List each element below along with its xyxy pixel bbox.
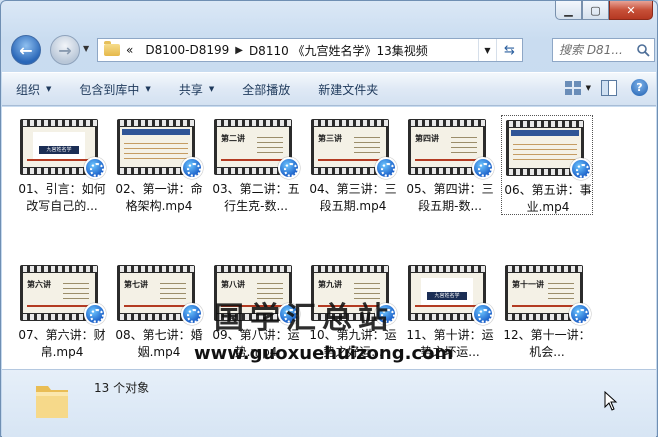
new-folder-button[interactable]: 新建文件夹 [318, 81, 378, 98]
organize-label: 组织 [16, 82, 41, 97]
details-pane: 13 个对象 [2, 369, 656, 437]
watermark-title: 国学汇总站 [214, 301, 394, 336]
include-in-library-menu[interactable]: 包含到库中 ▼ [79, 81, 150, 98]
breadcrumb-item[interactable]: D8100-D8199 [139, 43, 235, 57]
file-name: 01、引言：如何改写自己的... [18, 182, 106, 213]
file-name: 08、第七讲：婚姻.mp4 [115, 328, 203, 359]
arrow-left-icon: ← [19, 40, 33, 60]
media-player-icon [278, 157, 300, 179]
search-box[interactable] [552, 38, 655, 62]
refresh-icon[interactable]: ⇆ [496, 39, 522, 61]
address-dropdown[interactable]: ▼ [478, 39, 496, 61]
command-bar: 组织 ▼ 包含到库中 ▼ 共享 ▼ 全部播放 新建文件夹 ▼ ? [2, 72, 656, 106]
file-name: 12、第十一讲：机会... [503, 328, 591, 359]
share-label: 共享 [178, 82, 203, 97]
play-all-button[interactable]: 全部播放 [242, 81, 290, 98]
file-item[interactable]: 02、第一讲：命格架构.mp4 [113, 115, 205, 215]
file-item[interactable]: 九宫姓名学 01、引言：如何改写自己的... [16, 115, 108, 215]
file-item[interactable]: 第七讲 08、第七讲：婚姻.mp4 [113, 261, 205, 361]
watermark-url: www.guoxuehuizong.com [194, 343, 454, 364]
chevron-down-icon: ▼ [46, 85, 52, 93]
back-button[interactable]: ← [11, 35, 41, 65]
folder-icon [104, 41, 120, 56]
thumbnail-title: 九宫姓名学 [427, 292, 467, 300]
file-item[interactable]: 第二讲 03、第二讲：五行生克-数... [210, 115, 302, 215]
media-player-icon [181, 303, 203, 325]
search-input[interactable] [559, 43, 639, 57]
thumbnail-title: 第十一讲 [512, 280, 544, 289]
media-player-icon [570, 158, 592, 180]
thumbnail-title: 第二讲 [221, 134, 245, 143]
file-name: 04、第三讲：三段五期.mp4 [309, 182, 397, 213]
thumbnail-title: 第九讲 [318, 280, 342, 289]
caption-buttons: ▁ ▢ ✕ [555, 1, 653, 20]
chevron-down-icon: ▼ [208, 85, 215, 93]
file-name: 07、第六讲：财帛.mp4 [18, 328, 106, 359]
chevron-down-icon: ▼ [145, 85, 151, 93]
forward-button[interactable]: → [50, 35, 80, 65]
file-item[interactable]: 第四讲 05、第四讲：三段五期-数... [404, 115, 496, 215]
organize-menu[interactable]: 组织 ▼ [16, 81, 51, 98]
file-item[interactable]: 第六讲 07、第六讲：财帛.mp4 [16, 261, 108, 361]
recent-pages-dropdown[interactable]: ▼ [83, 44, 89, 53]
thumbnail-title: 第八讲 [221, 280, 245, 289]
view-options-icon[interactable] [564, 80, 582, 96]
address-bar[interactable]: « D8100-D8199 ▶ D8110 《九宫姓名学》13集视频 ▼ ⇆ [97, 38, 523, 62]
folder-icon [36, 386, 68, 418]
play-all-label: 全部播放 [242, 82, 291, 97]
media-player-icon [472, 303, 494, 325]
include-in-library-label: 包含到库中 [79, 82, 140, 97]
new-folder-label: 新建文件夹 [318, 82, 379, 97]
file-item[interactable]: 第十一讲 12、第十一讲：机会... [501, 261, 593, 361]
share-menu[interactable]: 共享 ▼ [179, 81, 214, 98]
explorer-window: ▁ ▢ ✕ ← → ▼ « D8100-D8199 ▶ D8110 《九宫姓名学… [0, 0, 658, 437]
thumbnail-title: 第三讲 [318, 134, 342, 143]
thumbnail-title: 第四讲 [415, 134, 439, 143]
file-name: 03、第二讲：五行生克-数... [212, 182, 300, 213]
thumbnail-title: 第七讲 [124, 280, 148, 289]
media-player-icon [84, 157, 106, 179]
file-list[interactable]: 九宫姓名学 01、引言：如何改写自己的... 02、第一讲：命格架构.mp4 第二讲 0… [2, 107, 656, 369]
file-item[interactable]: 06、第五讲：事业.mp4 [501, 115, 593, 215]
view-dropdown[interactable]: ▼ [586, 84, 591, 92]
media-player-icon [375, 157, 397, 179]
mouse-pointer-icon [604, 391, 618, 411]
help-icon[interactable]: ? [631, 79, 648, 96]
navigation-bar: ← → ▼ « D8100-D8199 ▶ D8110 《九宫姓名学》13集视频… [7, 35, 655, 65]
preview-pane-icon[interactable] [601, 79, 617, 96]
search-icon[interactable] [636, 43, 650, 57]
maximize-button[interactable]: ▢ [582, 1, 609, 20]
media-player-icon [84, 303, 106, 325]
item-count: 13 个对象 [94, 381, 150, 395]
thumbnail-title: 第六讲 [27, 280, 51, 289]
file-name: 06、第五讲：事业.mp4 [504, 183, 592, 214]
media-player-icon [181, 157, 203, 179]
media-player-icon [569, 303, 591, 325]
breadcrumb-overflow[interactable]: « [120, 43, 139, 57]
file-item[interactable]: 第三讲 04、第三讲：三段五期.mp4 [307, 115, 399, 215]
arrow-right-icon: → [58, 40, 72, 60]
close-button[interactable]: ✕ [609, 1, 653, 20]
breadcrumb-item[interactable]: D8110 《九宫姓名学》13集视频 [243, 42, 434, 59]
breadcrumb-chevron-icon[interactable]: ▶ [235, 45, 243, 56]
thumbnail-title: 九宫姓名学 [39, 146, 79, 154]
media-player-icon [472, 157, 494, 179]
file-name: 05、第四讲：三段五期-数... [406, 182, 494, 213]
file-name: 02、第一讲：命格架构.mp4 [115, 182, 203, 213]
minimize-button[interactable]: ▁ [555, 1, 582, 20]
